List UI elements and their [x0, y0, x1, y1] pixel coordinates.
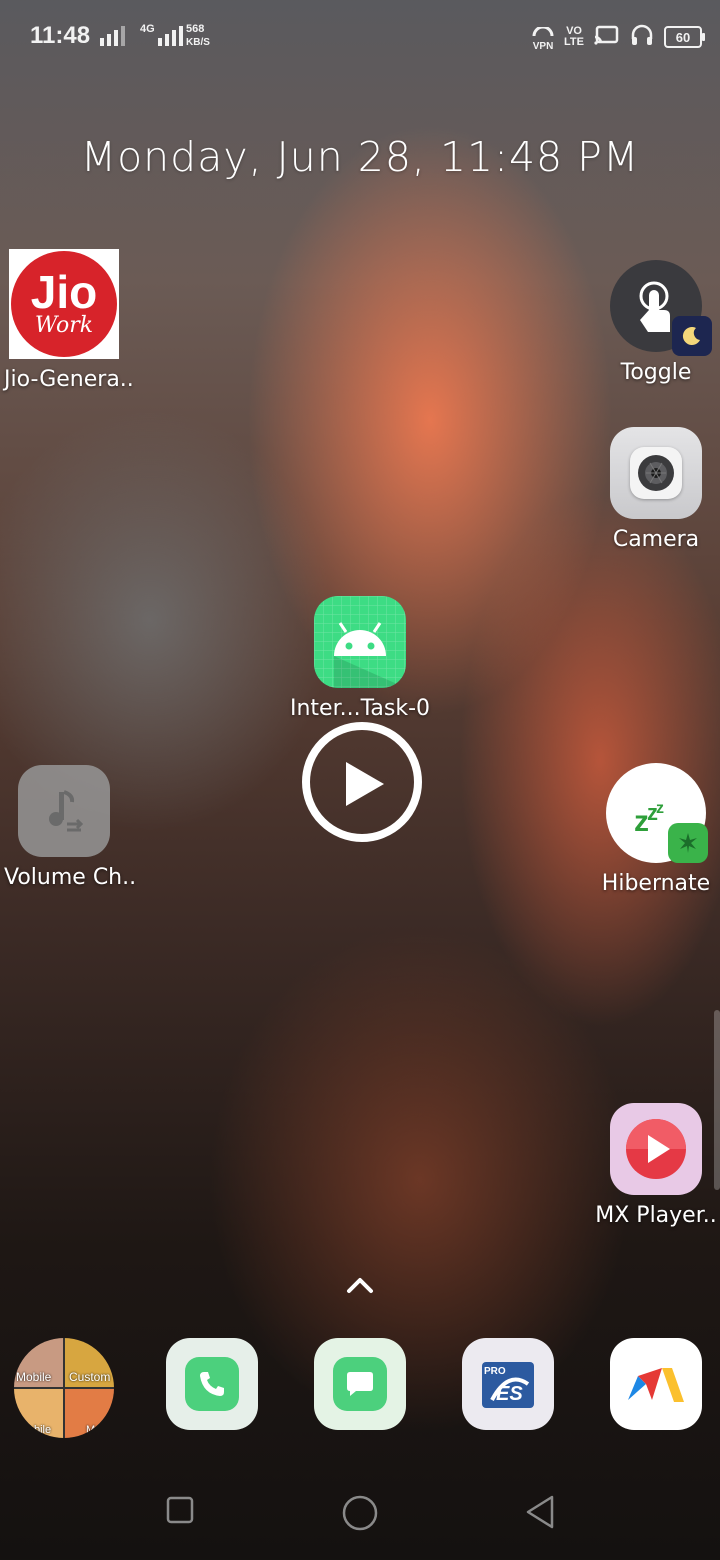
status-bar: 11:48 4G 568 KB/S VPN VO LTE 60 [0, 0, 720, 70]
jio-icon: Jio Work [9, 249, 119, 359]
dock-phone[interactable] [166, 1338, 258, 1430]
android-app-icon [314, 596, 406, 688]
network-type-label: 4G [140, 23, 155, 35]
message-icon [333, 1357, 387, 1411]
home-icon [342, 1495, 378, 1531]
dock-es-file-explorer[interactable]: PRO ES [462, 1338, 554, 1430]
battery-icon: 60 [664, 26, 705, 48]
folder-label: Custom [69, 1370, 111, 1384]
app-drawer-chevron-up-icon[interactable] [345, 1275, 375, 1299]
navigation-bar [0, 1470, 720, 1560]
app-label: Jio-Genera.. [4, 367, 134, 392]
dock: Mobile Custom bile M PRO ES [0, 1338, 720, 1438]
folder-label: bile [34, 1424, 52, 1436]
es-folder-icon: PRO ES [478, 1356, 538, 1412]
launcher-logo-icon [628, 1368, 684, 1402]
app-toggle[interactable]: Toggle [586, 260, 720, 385]
net-speed-unit: KB/S [186, 37, 210, 48]
cast-icon [594, 25, 620, 49]
app-camera[interactable]: Camera [586, 427, 720, 552]
app-label: MX Player.. [595, 1203, 717, 1228]
app-volume-changer[interactable]: Volume Ch.. [0, 765, 137, 890]
camera-icon [610, 427, 702, 519]
app-label: Camera [612, 527, 700, 552]
folder-label: Mobile [16, 1370, 52, 1384]
battery-level: 60 [675, 29, 691, 45]
phone-icon [185, 1357, 239, 1411]
svg-text:ES: ES [496, 1383, 523, 1404]
net-speed-value: 568 [186, 23, 205, 35]
app-label: Inter...Task-0 [290, 696, 431, 721]
back-icon [526, 1495, 554, 1529]
touch-toggle-icon [610, 260, 712, 356]
dock-folder[interactable]: Mobile Custom bile M [14, 1338, 114, 1438]
mx-player-icon [610, 1103, 702, 1195]
video-play-button[interactable] [302, 722, 422, 842]
app-jio-general[interactable]: Jio Work Jio-Genera.. [0, 249, 134, 392]
recents-button[interactable] [166, 1496, 194, 1528]
app-label: Volume Ch.. [4, 865, 137, 890]
volume-changer-icon [18, 765, 110, 857]
home-button[interactable] [341, 1494, 379, 1536]
volte-icon: VO LTE [564, 25, 584, 48]
app-mx-player[interactable]: MX Player.. [586, 1103, 720, 1228]
status-icons: VPN VO LTE 60 [532, 22, 705, 52]
hibernate-icon: zzz [606, 763, 708, 863]
back-button[interactable] [524, 1494, 556, 1534]
headphones-icon [630, 23, 654, 51]
dock-messages[interactable] [314, 1338, 406, 1430]
signal-strength-icon [100, 24, 125, 46]
signal-strength-2-icon [158, 24, 183, 46]
dock-launcher-app[interactable] [610, 1338, 702, 1430]
app-label: Hibernate [601, 871, 711, 896]
vpn-icon: VPN [532, 22, 554, 52]
app-inter-task[interactable]: Inter...Task-0 [290, 596, 430, 721]
edge-panel-handle[interactable] [714, 1010, 720, 1190]
date-time-widget[interactable]: Monday, Jun 28, 11:48 PM [0, 133, 720, 181]
play-icon [346, 762, 384, 806]
leaf-badge-icon [668, 823, 708, 863]
folder-label: M [86, 1424, 96, 1436]
app-label: Toggle [620, 360, 692, 385]
app-hibernate[interactable]: zzz Hibernate [586, 763, 720, 896]
recents-icon [166, 1496, 194, 1524]
night-mode-badge-icon [672, 316, 712, 356]
status-time: 11:48 [30, 22, 91, 49]
